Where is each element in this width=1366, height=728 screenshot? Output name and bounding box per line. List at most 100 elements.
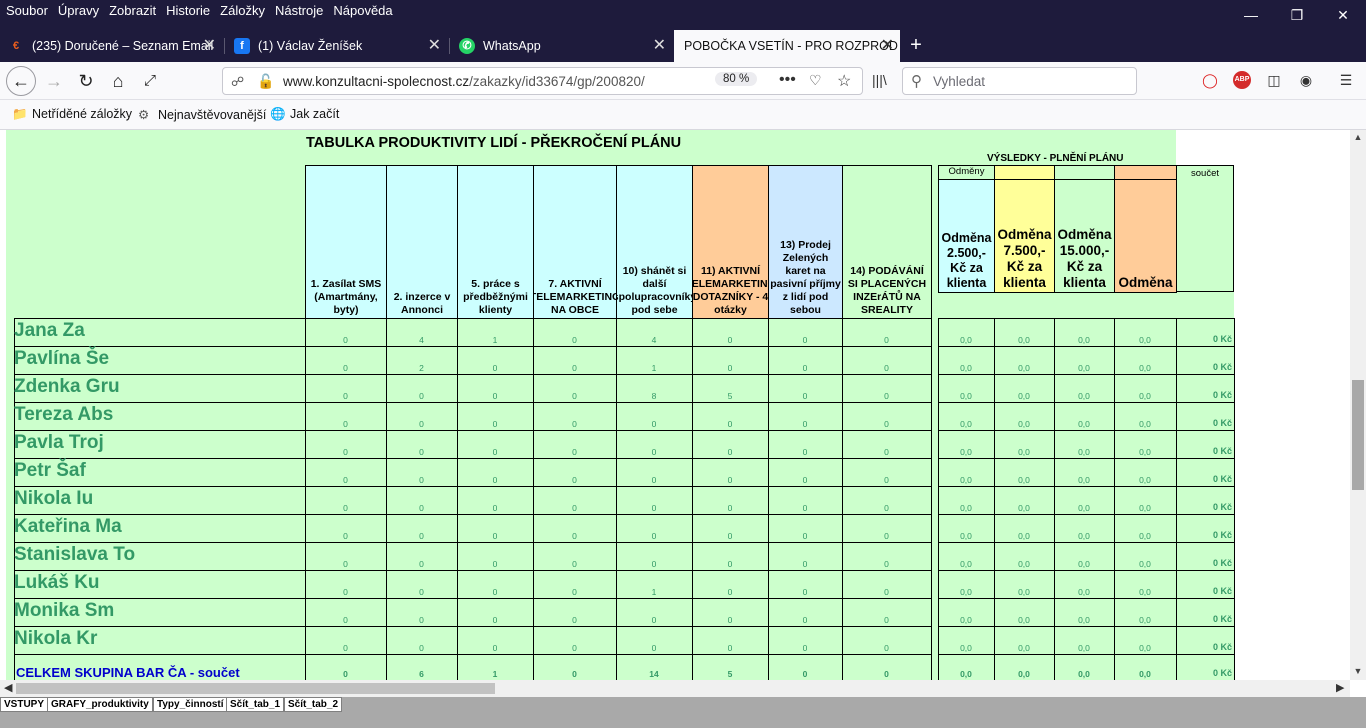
activity-value[interactable]: 0 [305, 419, 386, 429]
activity-value[interactable]: 8 [616, 391, 692, 401]
activity-value[interactable]: 1 [457, 335, 533, 345]
search-bar[interactable]: ⚲ Vyhledat [902, 67, 1137, 95]
activity-value[interactable]: 5 [692, 391, 768, 401]
activity-value[interactable]: 0 [457, 559, 533, 569]
activity-value[interactable]: 0 [305, 391, 386, 401]
activity-value[interactable]: 0 [616, 447, 692, 457]
lastpass-icon[interactable]: ◯ [1200, 72, 1220, 89]
close-window-icon[interactable]: ✕ [1320, 0, 1366, 30]
activity-value[interactable]: 0 [305, 643, 386, 653]
bookmark-star-icon[interactable]: ☆ [837, 71, 851, 91]
activity-value[interactable]: 0 [457, 363, 533, 373]
total-value[interactable]: 0 [533, 669, 616, 679]
back-icon[interactable]: ← [6, 66, 36, 96]
bookmark-netridene[interactable]: 📁 Netříděné záložky [12, 107, 132, 122]
activity-value[interactable]: 0 [842, 503, 931, 513]
activity-value[interactable]: 0 [533, 391, 616, 401]
total-value[interactable]: 6 [386, 669, 457, 679]
bookmark-jak-zacit[interactable]: 🌐 Jak začít [270, 107, 339, 122]
activity-value[interactable]: 0 [842, 531, 931, 541]
activity-value[interactable]: 0 [305, 475, 386, 485]
activity-value[interactable]: 0 [533, 559, 616, 569]
scroll-down-icon[interactable]: ▼ [1350, 666, 1366, 676]
activity-value[interactable]: 0 [692, 503, 768, 513]
activity-value[interactable]: 0 [768, 615, 842, 625]
menu-historie[interactable]: Historie [166, 3, 210, 18]
activity-value[interactable]: 0 [692, 363, 768, 373]
sheet-tab-vstupy[interactable]: VSTUPY [0, 697, 49, 712]
close-tab-icon[interactable]: ✕ [881, 30, 894, 62]
page-actions-icon[interactable]: ••• [779, 71, 796, 89]
activity-value[interactable]: 0 [842, 643, 931, 653]
activity-value[interactable]: 0 [533, 503, 616, 513]
total-value[interactable]: 14 [616, 669, 692, 679]
activity-value[interactable]: 0 [386, 503, 457, 513]
activity-value[interactable]: 0 [692, 531, 768, 541]
activity-value[interactable]: 0 [616, 643, 692, 653]
activity-value[interactable]: 0 [305, 559, 386, 569]
expand-icon[interactable]: ⤢ [136, 67, 164, 95]
activity-value[interactable]: 0 [386, 391, 457, 401]
activity-value[interactable]: 0 [386, 615, 457, 625]
activity-value[interactable]: 0 [386, 475, 457, 485]
activity-value[interactable]: 0 [692, 643, 768, 653]
activity-value[interactable]: 0 [692, 475, 768, 485]
menu-zobrazit[interactable]: Zobrazit [109, 3, 156, 18]
activity-value[interactable]: 0 [533, 419, 616, 429]
activity-value[interactable]: 0 [842, 559, 931, 569]
activity-value[interactable]: 0 [305, 447, 386, 457]
activity-value[interactable]: 0 [533, 335, 616, 345]
activity-value[interactable]: 0 [457, 475, 533, 485]
restore-icon[interactable]: ❐ [1274, 0, 1320, 30]
activity-value[interactable]: 0 [386, 447, 457, 457]
activity-value[interactable]: 0 [305, 503, 386, 513]
activity-value[interactable]: 0 [692, 419, 768, 429]
total-value[interactable]: 0 [305, 669, 386, 679]
shield-icon[interactable]: ☍ [231, 74, 244, 90]
horizontal-scroll-thumb[interactable] [16, 683, 495, 694]
bookmark-nejnavstevovanejsi[interactable]: ⚙ Nejnavštěvovanější [138, 107, 266, 122]
activity-value[interactable]: 4 [386, 335, 457, 345]
tab-pobocka-vsetin[interactable]: POBOČKA VSETÍN - PRO ROZPROD ✕ [674, 30, 900, 62]
adblock-icon[interactable]: ABP [1233, 71, 1251, 89]
activity-value[interactable]: 0 [386, 531, 457, 541]
total-value[interactable]: 1 [457, 669, 533, 679]
scroll-up-icon[interactable]: ▲ [1350, 132, 1366, 142]
activity-value[interactable]: 0 [616, 475, 692, 485]
activity-value[interactable]: 0 [616, 419, 692, 429]
menu-upravy[interactable]: Úpravy [58, 3, 99, 18]
activity-value[interactable]: 2 [386, 363, 457, 373]
scroll-right-icon[interactable]: ▶ [1336, 681, 1344, 694]
scroll-left-icon[interactable]: ◀ [4, 681, 12, 694]
activity-value[interactable]: 1 [616, 363, 692, 373]
sheet-tab-scit-2[interactable]: Sčít_tab_2 [284, 697, 343, 712]
reload-icon[interactable]: ↻ [72, 67, 100, 95]
sheet-tab-scit-1[interactable]: Sčít_tab_1 [226, 697, 285, 712]
tab-facebook[interactable]: f (1) Václav Ženíšek ✕ [226, 30, 447, 62]
total-value[interactable]: 0 [768, 669, 842, 679]
activity-value[interactable]: 4 [616, 335, 692, 345]
activity-value[interactable]: 0 [386, 419, 457, 429]
activity-value[interactable]: 0 [692, 587, 768, 597]
forward-icon[interactable]: → [40, 67, 68, 95]
activity-value[interactable]: 0 [842, 391, 931, 401]
activity-value[interactable]: 0 [842, 363, 931, 373]
activity-value[interactable]: 0 [842, 447, 931, 457]
activity-value[interactable]: 0 [533, 475, 616, 485]
activity-value[interactable]: 0 [692, 615, 768, 625]
hamburger-menu-icon[interactable]: ☰ [1336, 72, 1356, 89]
activity-value[interactable]: 0 [457, 587, 533, 597]
activity-value[interactable]: 0 [386, 559, 457, 569]
activity-value[interactable]: 0 [305, 531, 386, 541]
menu-napoveda[interactable]: Nápověda [333, 3, 392, 18]
activity-value[interactable]: 0 [533, 587, 616, 597]
activity-value[interactable]: 0 [768, 559, 842, 569]
activity-value[interactable]: 0 [768, 391, 842, 401]
url-text[interactable]: www.konzultacni-spolecnost.cz/zakazky/id… [283, 74, 645, 89]
sheet-tab-grafy[interactable]: GRAFY_produktivity [47, 697, 153, 712]
close-tab-icon[interactable]: ✕ [428, 30, 441, 62]
url-bar[interactable]: ☍ 🔓 www.konzultacni-spolecnost.cz/zakazk… [222, 67, 863, 95]
activity-value[interactable]: 0 [768, 447, 842, 457]
activity-value[interactable]: 0 [533, 531, 616, 541]
activity-value[interactable]: 0 [305, 363, 386, 373]
